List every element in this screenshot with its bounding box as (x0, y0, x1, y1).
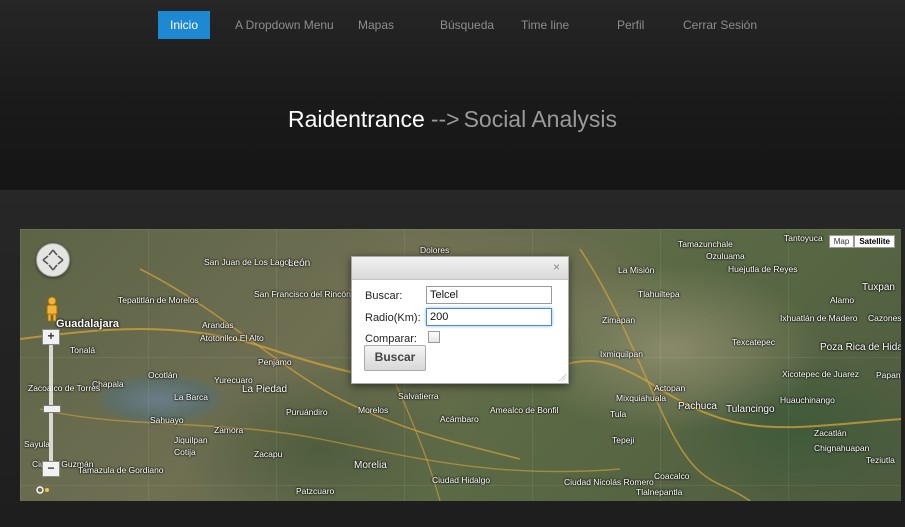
map-label: Salvatierra (398, 391, 439, 401)
map-label: La Misión (618, 265, 655, 275)
search-submit-button[interactable]: Buscar (364, 345, 426, 371)
map-label: Huejutla de Reyes (728, 264, 798, 274)
map-label: Tlahuiltepa (638, 289, 680, 299)
map-label: Dolores (420, 245, 450, 255)
zoom-out-button[interactable]: − (42, 461, 60, 477)
resize-grip-icon[interactable] (559, 374, 566, 381)
map-label: Tula (610, 409, 627, 419)
nav-item-inicio[interactable]: Inicio (158, 11, 211, 39)
search-input[interactable] (426, 286, 552, 304)
map-label: Actopan (654, 383, 686, 393)
map-label: Sayula (24, 439, 50, 449)
map-label: Zacoalco de Torres (28, 383, 101, 393)
map-label: Tlalnepantla (636, 487, 683, 497)
map-label: Teziutla (866, 455, 895, 465)
map-label: Tepeji (612, 435, 635, 445)
map-label: Penjamo (258, 357, 292, 367)
title-arrow: --> (430, 106, 460, 132)
map-label: Tuxpan (862, 282, 895, 293)
brand-name: Raidentrance (288, 106, 425, 132)
map-label: Guadalajara (56, 318, 119, 330)
map-label: Poza Rica de Hidalgo (820, 342, 901, 353)
search-label: Buscar: (365, 290, 403, 302)
map-label: Morelos (358, 405, 389, 415)
street-view-pegman-icon[interactable] (44, 296, 60, 322)
map-label: La Piedad (242, 384, 288, 395)
map-label: Papantla (876, 370, 901, 380)
map-type-control: Map Satellite (828, 235, 895, 248)
nav-item-busqueda[interactable]: Búsqueda (440, 11, 494, 39)
map-label: Tamazunchale (678, 239, 733, 249)
map-label: Texcatepec (732, 337, 775, 347)
map-label: Tonalá (70, 345, 96, 355)
map-label: Huauchinango (780, 395, 835, 405)
page-subtitle: Social Analysis (463, 106, 617, 132)
nav-item-mapas[interactable]: Mapas (358, 11, 394, 39)
radius-label: Radio(Km): (365, 312, 421, 324)
dialog-titlebar[interactable]: × (352, 257, 568, 280)
map-label: Jiquilpan (174, 435, 208, 445)
map-label: Tantoyuca (784, 233, 823, 243)
map-label: Zimapan (602, 315, 636, 325)
map-label: Ciudad Hidalgo (432, 475, 491, 485)
map-label: Patzcuaro (296, 486, 335, 496)
map-label: Pachuca (678, 401, 717, 412)
zoom-slider-thumb[interactable] (43, 405, 61, 413)
map-label: Cazones de Herrera (868, 313, 901, 323)
map-label: Arandas (202, 320, 234, 330)
nav-item-perfil[interactable]: Perfil (617, 11, 644, 39)
nav-item-cerrar-sesion[interactable]: Cerrar Sesión (683, 11, 757, 39)
close-icon[interactable]: × (553, 260, 560, 274)
map-label: Morelia (354, 460, 387, 471)
map-label: Puruándiro (286, 407, 328, 417)
map-label: Atotonilco El Alto (200, 333, 264, 343)
map-label: Acámbaro (440, 414, 479, 424)
google-logo-icon (36, 486, 49, 494)
nav-item-timeline[interactable]: Time line (521, 11, 569, 39)
map-label: La Barca (174, 392, 209, 402)
map-label: Xicotepec de Juarez (782, 369, 860, 379)
map-label: Chignahuapan (814, 443, 870, 453)
map-label: Zacapu (254, 449, 283, 459)
zoom-slider-track[interactable] (49, 334, 53, 468)
map-label: Ocotlán (148, 370, 178, 380)
map-label: Mixquiahuala (616, 393, 667, 403)
pan-arrows-icon (42, 249, 64, 271)
main-nav: Inicio A Dropdown Menu Mapas Búsqueda Ti… (0, 11, 905, 39)
compare-label: Comparar: (365, 333, 417, 345)
map-label: San Juan de Los Lagos (204, 257, 294, 267)
map-label: Tepatitlán de Morelos (118, 295, 199, 305)
search-dialog: × Buscar: Radio(Km): Comparar: Buscar (351, 256, 569, 384)
map-label: San Francisco del Rincón (254, 289, 351, 299)
map-label: Alamo (830, 295, 855, 305)
map-label: Sahuayo (150, 415, 184, 425)
map-label: Tulancingo (726, 404, 775, 415)
map-label: León (288, 258, 311, 269)
map-label: Tamazula de Gordiano (78, 465, 164, 475)
compare-checkbox[interactable] (428, 331, 440, 343)
radius-input[interactable] (426, 308, 552, 326)
zoom-in-button[interactable]: + (42, 329, 60, 345)
map-label: Zamora (214, 425, 244, 435)
map-label: Cotija (174, 447, 196, 457)
map-label: Coacalco (654, 471, 690, 481)
page-title: Raidentrance --> Social Analysis (0, 106, 905, 133)
nav-item-dropdown[interactable]: A Dropdown Menu (235, 11, 334, 39)
map-label: Ixmiquilpan (600, 349, 643, 359)
page-header: Inicio A Dropdown Menu Mapas Búsqueda Ti… (0, 0, 905, 190)
map-label: Amealco de Bonfil (490, 405, 559, 415)
map-pan-control[interactable] (36, 243, 70, 277)
map-label: Ixhuatlán de Madero (780, 313, 858, 323)
map-type-map-button[interactable]: Map (828, 235, 855, 248)
map-label: Zacatlán (814, 428, 847, 438)
map-label: Ciudad Nicolás Romero (564, 477, 654, 487)
map-label: Ozuluama (706, 251, 745, 261)
map-type-satellite-button[interactable]: Satellite (854, 235, 895, 248)
